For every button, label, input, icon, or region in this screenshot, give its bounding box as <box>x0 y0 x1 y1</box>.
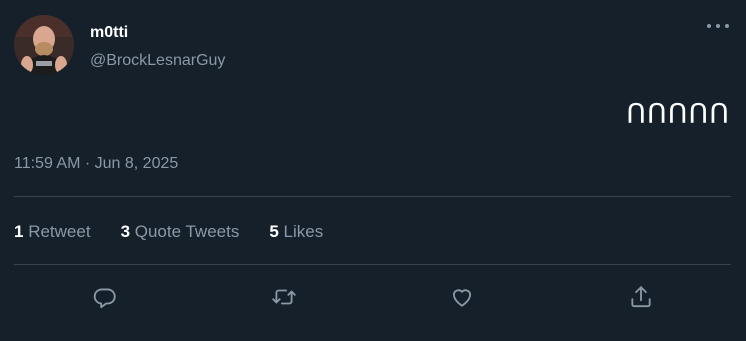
retweets-label: Retweet <box>28 222 91 241</box>
share-icon <box>631 286 651 308</box>
quotes-count: 3 <box>120 222 135 241</box>
dot <box>725 24 729 28</box>
tweet-timestamp[interactable]: 11:59 AM · Jun 8, 2025 <box>14 153 178 175</box>
divider <box>14 264 731 265</box>
tweet-text: ՈՈՈՈՈ <box>626 99 730 129</box>
likes-stat[interactable]: 5 Likes <box>269 221 323 243</box>
user-handle[interactable]: @BrockLesnarGuy <box>90 51 225 71</box>
tweet-detail: m0tti @BrockLesnarGuy ՈՈՈՈՈ 11:59 AM · J… <box>0 0 746 341</box>
share-button[interactable] <box>626 282 656 312</box>
divider <box>14 196 731 197</box>
like-button[interactable] <box>447 282 477 312</box>
reply-icon <box>93 288 116 309</box>
tweet-stats: 1 Retweet 3 Quote Tweets 5 Likes <box>14 221 353 243</box>
retweet-button[interactable] <box>269 282 299 312</box>
heart-icon <box>452 289 472 307</box>
reply-button[interactable] <box>90 282 120 312</box>
more-icon[interactable] <box>707 18 729 34</box>
quotes-label: Quote Tweets <box>134 222 240 241</box>
display-name[interactable]: m0tti <box>90 23 128 43</box>
retweets-stat[interactable]: 1 Retweet <box>14 221 91 243</box>
likes-count: 5 <box>269 222 284 241</box>
dot <box>707 24 711 28</box>
likes-label: Likes <box>283 222 324 241</box>
dot <box>716 24 720 28</box>
quote-tweets-stat[interactable]: 3 Quote Tweets <box>121 221 240 243</box>
action-bar <box>0 282 746 312</box>
retweets-count: 1 <box>14 222 29 241</box>
retweet-icon <box>272 289 296 305</box>
avatar[interactable] <box>14 15 74 75</box>
